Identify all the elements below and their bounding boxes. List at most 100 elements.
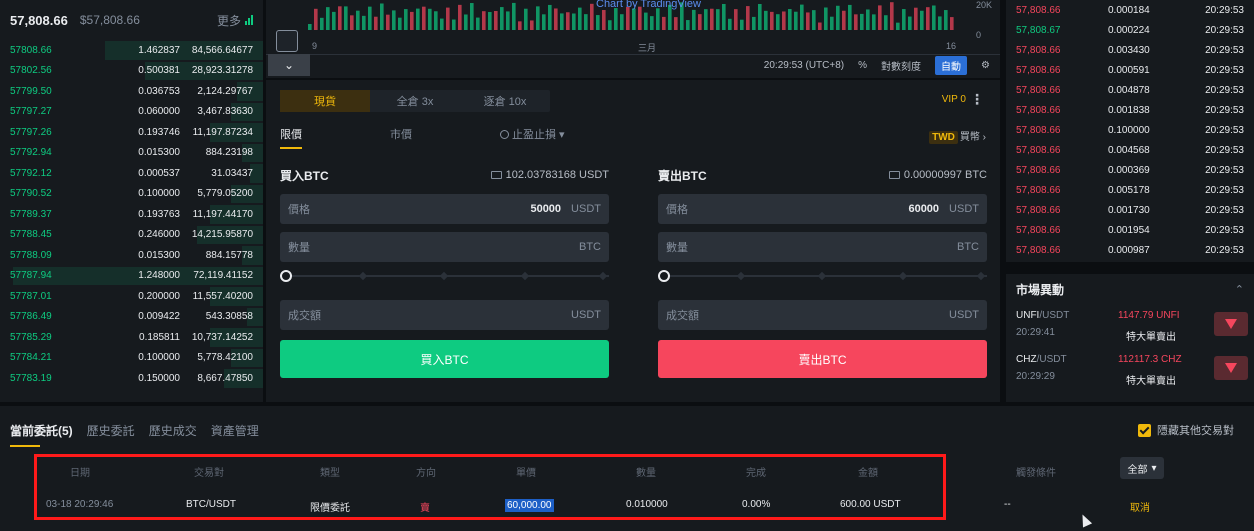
order-book-row[interactable]: 57802.56 0.500381 28,923.31278 xyxy=(0,61,263,82)
trade-row: 57,808.66 0.001838 20:29:53 xyxy=(1006,100,1254,120)
volume-bar xyxy=(740,19,744,30)
volume-bar xyxy=(722,3,726,30)
chevron-down-icon: ⌄ xyxy=(283,58,295,72)
order-book-row[interactable]: 57799.50 0.036753 2,124.29767 xyxy=(0,81,263,102)
tab-spot[interactable]: 現貨 xyxy=(280,90,370,112)
volume-bar xyxy=(596,15,600,30)
market-activity-item[interactable]: UNFI/USDT 20:29:41 1147.79 UNFI 特大單賣出 xyxy=(1006,304,1254,348)
twd-buy-link[interactable]: TWD 買幣 › xyxy=(929,128,986,144)
sell-button[interactable]: 賣出BTC xyxy=(658,340,987,378)
volume-bar xyxy=(350,15,354,30)
trade-price: 57,808.66 xyxy=(1016,64,1061,76)
sell-balance-value: 0.00000997 BTC xyxy=(903,169,987,181)
order-book-row[interactable]: 57785.29 0.185811 10,737.14252 xyxy=(0,327,263,348)
auto-toggle[interactable]: 自動 xyxy=(935,56,968,75)
trade-price: 57,808.67 xyxy=(1016,24,1061,36)
more-button[interactable]: 更多 xyxy=(217,12,253,29)
order-book-row[interactable]: 57788.45 0.246000 14,215.95870 xyxy=(0,225,263,246)
hide-other-pairs-toggle[interactable]: 隱藏其他交易對 xyxy=(1138,422,1234,438)
market-activity-item[interactable]: CHZ/USDT 20:29:29 112117.3 CHZ 特大單賣出 xyxy=(1006,348,1254,392)
qty-unit: BTC xyxy=(579,241,601,253)
buy-qty-input[interactable]: 數量 BTC xyxy=(280,232,609,262)
activity-value: 112117.3 CHZ xyxy=(1118,354,1182,365)
tab-open-orders-label: 當前委託(5) xyxy=(10,424,73,438)
collapse-icon[interactable]: ⌃ xyxy=(1235,283,1244,296)
tab-isolated-margin[interactable]: 逐倉 10x xyxy=(460,90,550,112)
volume-bar xyxy=(734,9,738,30)
order-book-row[interactable]: 57786.49 0.009422 543.30858 xyxy=(0,307,263,328)
buy-button[interactable]: 買入BTC xyxy=(280,340,609,378)
trade-price: 57,808.66 xyxy=(1016,84,1061,96)
more-label: 更多 xyxy=(216,13,241,28)
order-book-row[interactable]: 57783.19 0.150000 8,667.47850 xyxy=(0,368,263,389)
order-book-row[interactable]: 57792.12 0.000537 31.03437 xyxy=(0,163,263,184)
down-arrow-icon xyxy=(1214,356,1248,380)
sell-qty-input[interactable]: 數量 BTC xyxy=(658,232,987,262)
sell-percent-slider[interactable] xyxy=(658,266,987,286)
tab-open-orders[interactable]: 當前委託(5) xyxy=(10,422,73,447)
settings-icon[interactable]: ⚙ xyxy=(981,60,990,71)
log-toggle[interactable]: 對數刻度 xyxy=(881,58,921,73)
tab-stop-limit[interactable]: 止盈止損 ▾ xyxy=(500,126,610,149)
cancel-order-button[interactable]: 取消 xyxy=(1130,499,1150,514)
active-underline xyxy=(280,147,302,149)
order-book-row[interactable]: 57797.26 0.193746 11,197.87234 xyxy=(0,122,263,143)
buy-total-input[interactable]: 成交額 USDT xyxy=(280,300,609,330)
trade-amount: 0.005178 xyxy=(1108,184,1150,196)
bid-price: 57788.45 xyxy=(10,229,52,241)
trade-amount: 0.001838 xyxy=(1108,104,1150,116)
order-book-row[interactable]: 57808.66 1.462837 84,566.64677 xyxy=(0,40,263,61)
volume-bar xyxy=(452,19,456,30)
slider-handle[interactable] xyxy=(280,270,292,282)
slider-handle[interactable] xyxy=(658,270,670,282)
volume-bar xyxy=(698,14,702,30)
order-book-row[interactable]: 57788.09 0.015300 884.15778 xyxy=(0,245,263,266)
chart-time: 20:29:53 (UTC+8) xyxy=(763,60,845,71)
tab-market[interactable]: 市價 xyxy=(390,126,500,149)
buy-price-input[interactable]: 價格 50000 USDT xyxy=(280,194,609,224)
sell-price-input[interactable]: 價格 60000 USDT xyxy=(658,194,987,224)
sell-total-input[interactable]: 成交額 USDT xyxy=(658,300,987,330)
base-symbol: UNFI xyxy=(1016,310,1040,321)
volume-bar xyxy=(326,7,330,30)
order-book-row[interactable]: 57789.37 0.193763 11,197.44170 xyxy=(0,204,263,225)
volume-bar xyxy=(608,20,612,30)
bid-amount: 1.462837 xyxy=(138,44,180,56)
annotation-highlight-box xyxy=(34,454,946,520)
trade-price: 57,808.66 xyxy=(1016,224,1061,236)
tab-limit[interactable]: 限價 xyxy=(280,126,390,149)
collapse-chart-button[interactable]: ⌄ xyxy=(268,54,310,76)
volume-bar xyxy=(824,7,828,30)
chart-tool-icon[interactable] xyxy=(276,30,298,52)
volume-bar xyxy=(512,2,516,30)
bid-price: 57786.49 xyxy=(10,311,52,323)
recent-trades: 57,808.66 0.000184 20:29:53 57,808.67 0.0002… xyxy=(1006,0,1254,262)
slider-tick xyxy=(976,271,986,281)
tab-order-history[interactable]: 歷史委託 xyxy=(87,422,135,447)
bid-amount: 0.015300 xyxy=(138,249,180,261)
filter-select[interactable]: 全部 ▾ xyxy=(1120,457,1164,479)
buy-balance-value: 102.03783168 USDT xyxy=(505,169,609,181)
price-chart[interactable]: Chart by TradingView 20K 0 9 三月 16 20:29… xyxy=(266,0,1000,78)
tab-trade-history[interactable]: 歷史成交 xyxy=(149,422,197,447)
bid-price: 57787.01 xyxy=(10,290,52,302)
last-price: 57,808.66 xyxy=(10,12,68,28)
bid-total: 31.03437 xyxy=(211,167,253,179)
slider-tick xyxy=(898,271,908,281)
more-options-icon[interactable]: ⋮ xyxy=(970,91,984,108)
order-book-row[interactable]: 57787.01 0.200000 11,557.40200 xyxy=(0,286,263,307)
trade-amount: 0.004568 xyxy=(1108,144,1150,156)
order-book-row[interactable]: 57797.27 0.060000 3,467.83630 xyxy=(0,102,263,123)
tab-cross-margin[interactable]: 全倉 3x xyxy=(370,90,460,112)
order-book-row[interactable]: 57784.21 0.100000 5,778.42100 xyxy=(0,348,263,369)
buy-percent-slider[interactable] xyxy=(280,266,609,286)
tab-asset-management[interactable]: 資產管理 xyxy=(211,422,259,447)
margin-mode-tabs: 現貨 全倉 3x 逐倉 10x xyxy=(280,90,550,112)
bid-amount: 0.000537 xyxy=(138,167,180,179)
order-book-row[interactable]: 57787.94 1.248000 72,119.41152 xyxy=(0,266,263,287)
order-book-row[interactable]: 57792.94 0.015300 884.23198 xyxy=(0,143,263,164)
bid-price: 57802.56 xyxy=(10,65,52,77)
percent-toggle[interactable]: % xyxy=(858,60,867,71)
order-book-row[interactable]: 57790.52 0.100000 5,779.05200 xyxy=(0,184,263,205)
bid-total: 11,197.44170 xyxy=(192,208,253,220)
